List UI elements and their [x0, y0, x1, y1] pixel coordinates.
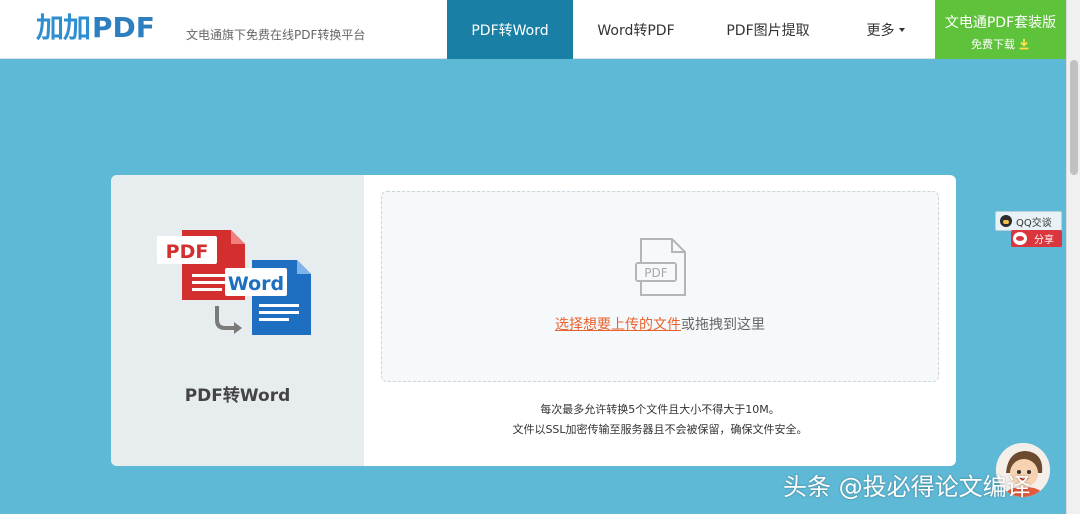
logo-mark: 加加 — [36, 11, 91, 44]
chevron-down-icon — [898, 27, 905, 32]
share-button[interactable]: 分享 — [1011, 230, 1062, 247]
drag-hint: 或拖拽到这里 — [681, 317, 765, 333]
share-label: 分享 — [1034, 235, 1054, 246]
svg-text:PDF: PDF — [644, 266, 667, 280]
nav-pdf-to-word[interactable]: PDF转Word — [447, 0, 573, 59]
site-tagline: 文电通旗下免费在线PDF转换平台 — [186, 28, 366, 42]
upload-prompt: 选择想要上传的文件或拖拽到这里 — [382, 314, 938, 334]
site-logo[interactable]: 加加 PDF — [36, 14, 155, 42]
suite-subtitle: 免费下载 — [971, 36, 1030, 52]
logo-pdf-text: PDF — [92, 11, 155, 44]
nav-word-to-pdf[interactable]: Word转PDF — [573, 0, 699, 59]
security-note: 文件以SSL加密传输至服务器且不会被保留，确保文件安全。 — [512, 423, 808, 436]
page-scrollbar[interactable] — [1066, 0, 1080, 514]
nav-pdf-image-extract[interactable]: PDF图片提取 — [699, 0, 837, 59]
converter-card: PDF Word PDF转Word PDF 选择想要上传的文件或拖拽到这里 每次… — [111, 175, 956, 466]
converter-intro-panel: PDF Word PDF转Word — [111, 175, 364, 466]
qq-label: QQ交谈 — [1016, 217, 1052, 229]
upload-limit-note: 每次最多允许转换5个文件且大小不得大于10M。 — [540, 403, 780, 416]
svg-text:PDF: PDF — [166, 241, 209, 263]
scrollbar-thumb[interactable] — [1070, 60, 1078, 175]
svg-text:Word: Word — [228, 273, 284, 295]
download-icon — [1019, 39, 1029, 50]
qq-chat-button[interactable]: QQ交谈 — [995, 211, 1062, 231]
suite-download-button[interactable]: 文电通PDF套装版 免费下载 — [935, 0, 1066, 59]
converter-title: PDF转Word — [184, 386, 291, 406]
top-header: 加加 PDF 文电通旗下免费在线PDF转换平台 PDF转Word Word转PD… — [0, 0, 1066, 59]
suite-title: 文电通PDF套装版 — [944, 15, 1057, 31]
file-drop-zone[interactable]: PDF 选择想要上传的文件或拖拽到这里 — [381, 191, 939, 382]
qq-icon — [1000, 215, 1012, 227]
weibo-icon — [1013, 232, 1027, 245]
watermark-text: 头条 @投必得论文编译 — [783, 473, 1031, 501]
main-nav: PDF转Word Word转PDF PDF图片提取 更多 — [447, 0, 934, 59]
pdf-file-icon: PDF — [635, 238, 686, 296]
pdf-to-word-hero-icon: PDF Word — [157, 230, 311, 335]
nav-more-dropdown[interactable]: 更多 — [837, 0, 934, 59]
choose-file-link[interactable]: 选择想要上传的文件 — [555, 317, 681, 333]
